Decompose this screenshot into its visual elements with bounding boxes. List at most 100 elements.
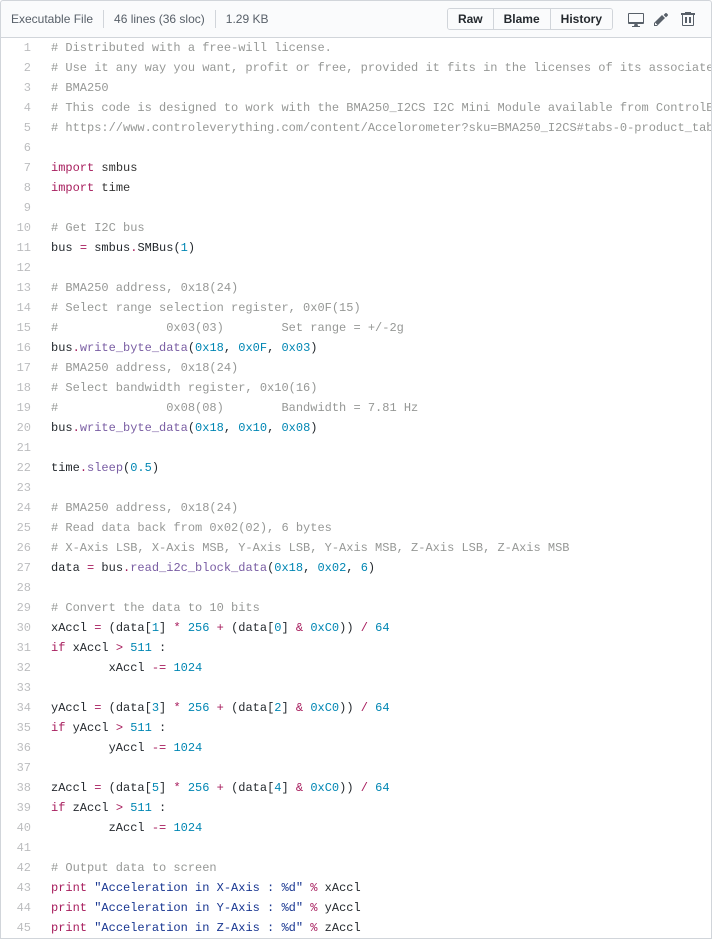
line-content: if yAccl > 511 : xyxy=(41,718,712,738)
code-line: 28 xyxy=(1,578,712,598)
line-number[interactable]: 19 xyxy=(1,398,41,418)
line-content: # Read data back from 0x02(02), 6 bytes xyxy=(41,518,712,538)
code-line: 27data = bus.read_i2c_block_data(0x18, 0… xyxy=(1,558,712,578)
line-number[interactable]: 30 xyxy=(1,618,41,638)
code-line: 41 xyxy=(1,838,712,858)
line-content: # Convert the data to 10 bits xyxy=(41,598,712,618)
line-number[interactable]: 8 xyxy=(1,178,41,198)
line-number[interactable]: 20 xyxy=(1,418,41,438)
code-table: 1# Distributed with a free-will license.… xyxy=(1,38,712,938)
line-number[interactable]: 18 xyxy=(1,378,41,398)
line-number[interactable]: 2 xyxy=(1,58,41,78)
file-actions: Raw Blame History xyxy=(447,6,701,32)
line-number[interactable]: 24 xyxy=(1,498,41,518)
line-number[interactable]: 45 xyxy=(1,918,41,938)
desktop-icon[interactable] xyxy=(623,6,649,32)
line-content: # Select bandwidth register, 0x10(16) xyxy=(41,378,712,398)
code-line: 16bus.write_byte_data(0x18, 0x0F, 0x03) xyxy=(1,338,712,358)
line-content: # BMA250 xyxy=(41,78,712,98)
line-content: # 0x03(03) Set range = +/-2g xyxy=(41,318,712,338)
line-content: # Use it any way you want, profit or fre… xyxy=(41,58,712,78)
line-content: xAccl = (data[1] * 256 + (data[0] & 0xC0… xyxy=(41,618,712,638)
code-line: 44print "Acceleration in Y-Axis : %d" % … xyxy=(1,898,712,918)
line-content xyxy=(41,258,712,278)
line-number[interactable]: 14 xyxy=(1,298,41,318)
code-line: 38zAccl = (data[5] * 256 + (data[4] & 0x… xyxy=(1,778,712,798)
line-number[interactable]: 12 xyxy=(1,258,41,278)
line-content: zAccl = (data[5] * 256 + (data[4] & 0xC0… xyxy=(41,778,712,798)
line-number[interactable]: 22 xyxy=(1,458,41,478)
code-line: 2# Use it any way you want, profit or fr… xyxy=(1,58,712,78)
pencil-icon[interactable] xyxy=(649,6,675,32)
line-content: yAccl = (data[3] * 256 + (data[2] & 0xC0… xyxy=(41,698,712,718)
code-line: 32 xAccl -= 1024 xyxy=(1,658,712,678)
line-number[interactable]: 25 xyxy=(1,518,41,538)
code-line: 14# Select range selection register, 0x0… xyxy=(1,298,712,318)
line-content xyxy=(41,578,712,598)
raw-button[interactable]: Raw xyxy=(448,9,493,29)
line-number[interactable]: 7 xyxy=(1,158,41,178)
line-content: if zAccl > 511 : xyxy=(41,798,712,818)
line-number[interactable]: 17 xyxy=(1,358,41,378)
line-content: yAccl -= 1024 xyxy=(41,738,712,758)
trash-icon[interactable] xyxy=(675,6,701,32)
line-content: # X-Axis LSB, X-Axis MSB, Y-Axis LSB, Y-… xyxy=(41,538,712,558)
line-content: xAccl -= 1024 xyxy=(41,658,712,678)
line-number[interactable]: 33 xyxy=(1,678,41,698)
line-number[interactable]: 41 xyxy=(1,838,41,858)
line-number[interactable]: 29 xyxy=(1,598,41,618)
code-line: 18# Select bandwidth register, 0x10(16) xyxy=(1,378,712,398)
code-line: 6 xyxy=(1,138,712,158)
code-line: 30xAccl = (data[1] * 256 + (data[0] & 0x… xyxy=(1,618,712,638)
line-number[interactable]: 31 xyxy=(1,638,41,658)
file-mode: Executable File xyxy=(11,12,93,26)
code-line: 36 yAccl -= 1024 xyxy=(1,738,712,758)
line-number[interactable]: 4 xyxy=(1,98,41,118)
line-number[interactable]: 23 xyxy=(1,478,41,498)
line-number[interactable]: 27 xyxy=(1,558,41,578)
line-number[interactable]: 42 xyxy=(1,858,41,878)
line-content: data = bus.read_i2c_block_data(0x18, 0x0… xyxy=(41,558,712,578)
line-number[interactable]: 1 xyxy=(1,38,41,58)
code-line: 11bus = smbus.SMBus(1) xyxy=(1,238,712,258)
line-content: zAccl -= 1024 xyxy=(41,818,712,838)
line-number[interactable]: 37 xyxy=(1,758,41,778)
line-number[interactable]: 9 xyxy=(1,198,41,218)
line-number[interactable]: 11 xyxy=(1,238,41,258)
divider xyxy=(215,10,216,28)
line-content: time.sleep(0.5) xyxy=(41,458,712,478)
line-number[interactable]: 15 xyxy=(1,318,41,338)
code-line: 25# Read data back from 0x02(02), 6 byte… xyxy=(1,518,712,538)
code-line: 10# Get I2C bus xyxy=(1,218,712,238)
line-content xyxy=(41,198,712,218)
line-number[interactable]: 16 xyxy=(1,338,41,358)
line-number[interactable]: 6 xyxy=(1,138,41,158)
line-number[interactable]: 32 xyxy=(1,658,41,678)
line-number[interactable]: 10 xyxy=(1,218,41,238)
line-number[interactable]: 38 xyxy=(1,778,41,798)
line-number[interactable]: 44 xyxy=(1,898,41,918)
line-content xyxy=(41,438,712,458)
line-number[interactable]: 13 xyxy=(1,278,41,298)
button-group: Raw Blame History xyxy=(447,8,613,30)
code-line: 12 xyxy=(1,258,712,278)
line-number[interactable]: 34 xyxy=(1,698,41,718)
line-number[interactable]: 28 xyxy=(1,578,41,598)
line-number[interactable]: 5 xyxy=(1,118,41,138)
history-button[interactable]: History xyxy=(550,9,612,29)
file-info: Executable File 46 lines (36 sloc) 1.29 … xyxy=(11,10,268,28)
line-number[interactable]: 36 xyxy=(1,738,41,758)
line-content xyxy=(41,838,712,858)
line-number[interactable]: 39 xyxy=(1,798,41,818)
code-line: 21 xyxy=(1,438,712,458)
blame-button[interactable]: Blame xyxy=(493,9,550,29)
file-header: Executable File 46 lines (36 sloc) 1.29 … xyxy=(0,0,712,38)
line-number[interactable]: 21 xyxy=(1,438,41,458)
line-number[interactable]: 26 xyxy=(1,538,41,558)
line-number[interactable]: 40 xyxy=(1,818,41,838)
line-number[interactable]: 3 xyxy=(1,78,41,98)
code-line: 35if yAccl > 511 : xyxy=(1,718,712,738)
line-number[interactable]: 43 xyxy=(1,878,41,898)
line-number[interactable]: 35 xyxy=(1,718,41,738)
line-content: # Output data to screen xyxy=(41,858,712,878)
